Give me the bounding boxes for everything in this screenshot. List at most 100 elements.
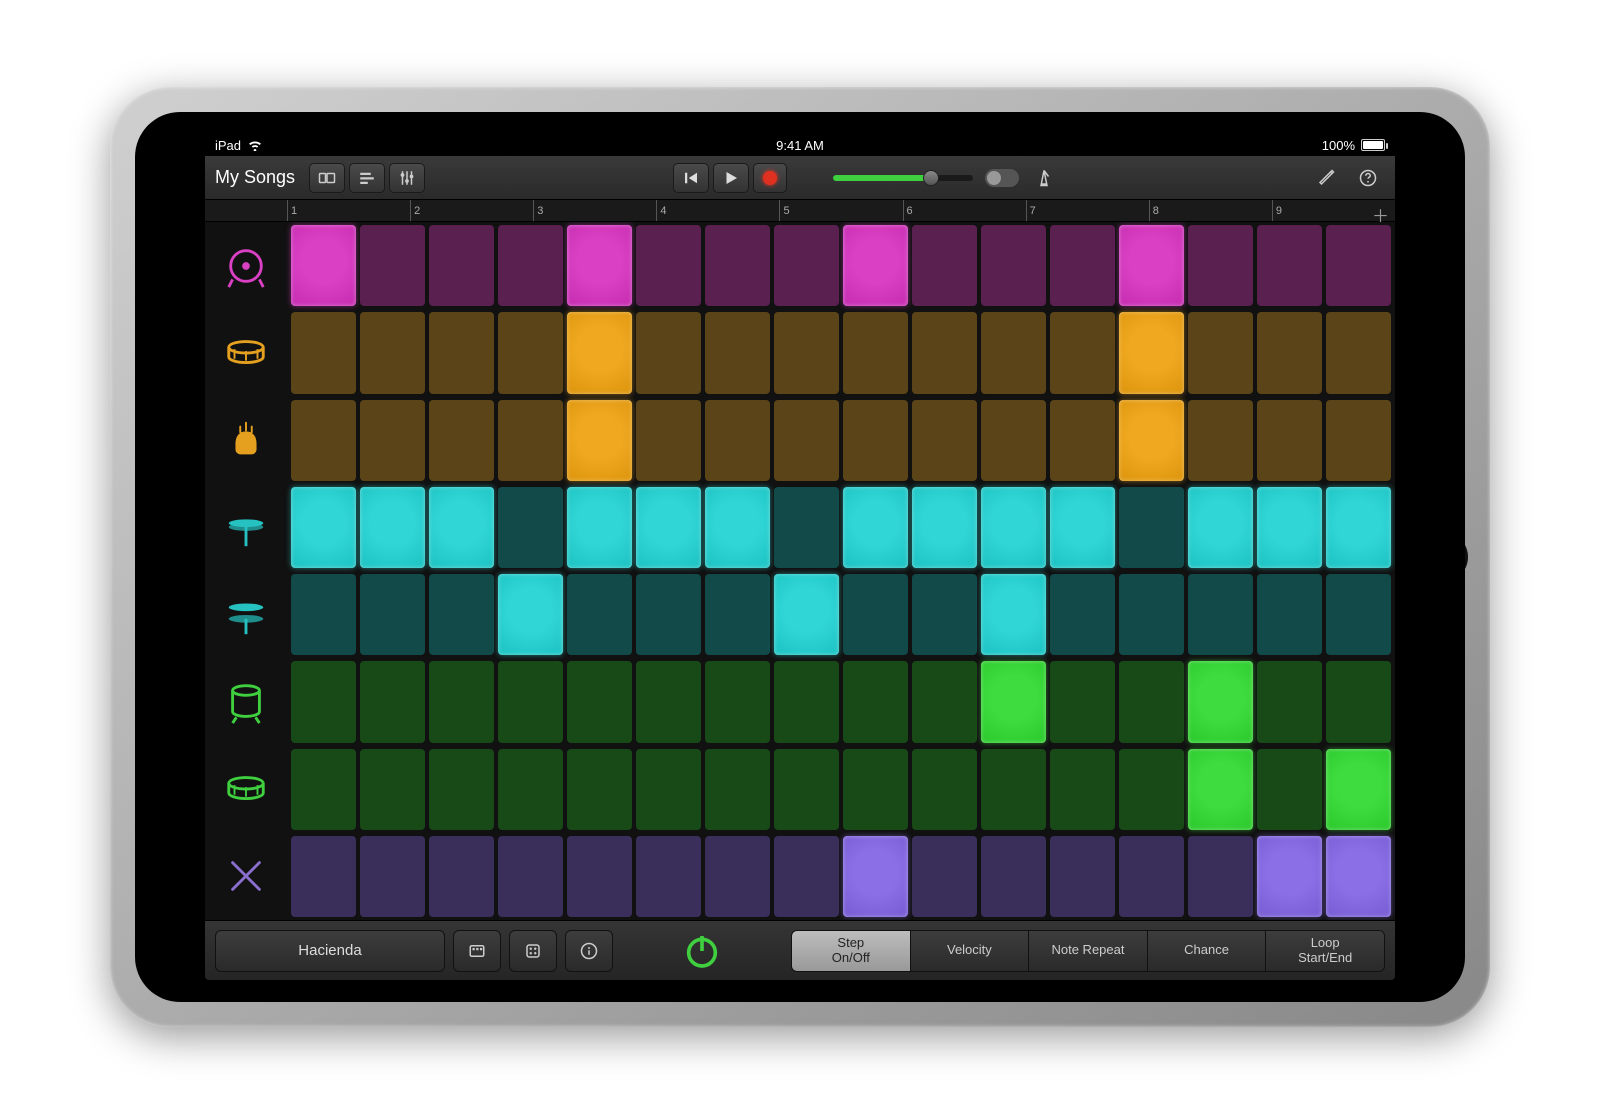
- step-cell[interactable]: [843, 400, 908, 481]
- step-cell[interactable]: [567, 225, 632, 306]
- step-cell[interactable]: [912, 836, 977, 917]
- step-cell[interactable]: [774, 225, 839, 306]
- step-cell[interactable]: [429, 749, 494, 830]
- mode-tab[interactable]: Step On/Off: [792, 931, 910, 971]
- step-cell[interactable]: [291, 225, 356, 306]
- step-cell[interactable]: [291, 574, 356, 655]
- step-cell[interactable]: [912, 661, 977, 742]
- step-cell[interactable]: [1188, 574, 1253, 655]
- step-cell[interactable]: [498, 574, 563, 655]
- step-cell[interactable]: [291, 312, 356, 393]
- dice-button[interactable]: [509, 930, 557, 972]
- step-cell[interactable]: [705, 836, 770, 917]
- step-cell[interactable]: [360, 661, 425, 742]
- step-cell[interactable]: [1119, 487, 1184, 568]
- tracks-view-button[interactable]: [349, 163, 385, 193]
- mode-tab[interactable]: Loop Start/End: [1265, 931, 1384, 971]
- step-cell[interactable]: [1050, 400, 1115, 481]
- hihat-closed-icon[interactable]: [205, 484, 287, 571]
- preset-button[interactable]: Hacienda: [215, 930, 445, 972]
- step-cell[interactable]: [1119, 574, 1184, 655]
- power-button[interactable]: [679, 928, 725, 974]
- ruler-bar[interactable]: 2: [410, 200, 533, 221]
- step-cell[interactable]: [1188, 661, 1253, 742]
- step-cell[interactable]: [705, 574, 770, 655]
- step-cell[interactable]: [1050, 312, 1115, 393]
- step-cell[interactable]: [981, 574, 1046, 655]
- step-cell[interactable]: [498, 487, 563, 568]
- step-cell[interactable]: [774, 312, 839, 393]
- step-cell[interactable]: [429, 574, 494, 655]
- step-cell[interactable]: [429, 487, 494, 568]
- step-cell[interactable]: [1050, 487, 1115, 568]
- help-button[interactable]: [1351, 163, 1385, 193]
- step-cell[interactable]: [1257, 487, 1322, 568]
- tom-mid-icon[interactable]: [205, 746, 287, 833]
- step-cell[interactable]: [1326, 836, 1391, 917]
- step-cell[interactable]: [843, 661, 908, 742]
- step-cell[interactable]: [1050, 749, 1115, 830]
- step-cell[interactable]: [360, 225, 425, 306]
- step-cell[interactable]: [1119, 312, 1184, 393]
- record-button[interactable]: [753, 163, 787, 193]
- step-cell[interactable]: [567, 574, 632, 655]
- step-cell[interactable]: [1257, 836, 1322, 917]
- step-cell[interactable]: [360, 487, 425, 568]
- step-cell[interactable]: [567, 661, 632, 742]
- step-cell[interactable]: [1119, 400, 1184, 481]
- snare-icon[interactable]: [205, 309, 287, 396]
- step-cell[interactable]: [360, 400, 425, 481]
- step-cell[interactable]: [636, 487, 701, 568]
- step-cell[interactable]: [705, 400, 770, 481]
- step-cell[interactable]: [1188, 749, 1253, 830]
- step-cell[interactable]: [429, 312, 494, 393]
- step-cell[interactable]: [912, 225, 977, 306]
- step-cell[interactable]: [843, 225, 908, 306]
- sticks-icon[interactable]: [205, 833, 287, 920]
- add-bar-button[interactable]: ＋: [1372, 202, 1389, 227]
- step-cell[interactable]: [429, 836, 494, 917]
- step-cell[interactable]: [1326, 487, 1391, 568]
- master-toggle[interactable]: [985, 169, 1019, 187]
- step-cell[interactable]: [498, 836, 563, 917]
- step-cell[interactable]: [636, 225, 701, 306]
- step-cell[interactable]: [705, 225, 770, 306]
- clap-icon[interactable]: [205, 397, 287, 484]
- step-cell[interactable]: [912, 312, 977, 393]
- step-cell[interactable]: [912, 574, 977, 655]
- ruler-bar[interactable]: 7: [1026, 200, 1149, 221]
- step-cell[interactable]: [498, 312, 563, 393]
- ruler-bar[interactable]: 1: [287, 200, 410, 221]
- kick-icon[interactable]: [205, 222, 287, 309]
- step-cell[interactable]: [774, 400, 839, 481]
- step-cell[interactable]: [498, 225, 563, 306]
- step-cell[interactable]: [843, 836, 908, 917]
- step-cell[interactable]: [291, 661, 356, 742]
- step-cell[interactable]: [567, 312, 632, 393]
- step-cell[interactable]: [1119, 836, 1184, 917]
- step-cell[interactable]: [1188, 487, 1253, 568]
- step-cell[interactable]: [1257, 225, 1322, 306]
- tom-low-icon[interactable]: [205, 658, 287, 745]
- step-cell[interactable]: [636, 749, 701, 830]
- step-cell[interactable]: [705, 312, 770, 393]
- step-cell[interactable]: [1050, 836, 1115, 917]
- step-cell[interactable]: [636, 400, 701, 481]
- step-cell[interactable]: [1188, 312, 1253, 393]
- step-cell[interactable]: [1188, 836, 1253, 917]
- step-cell[interactable]: [498, 661, 563, 742]
- step-cell[interactable]: [1326, 225, 1391, 306]
- mode-tab[interactable]: Note Repeat: [1028, 931, 1147, 971]
- step-cell[interactable]: [1257, 574, 1322, 655]
- step-cell[interactable]: [981, 749, 1046, 830]
- metronome-button[interactable]: [1027, 163, 1061, 193]
- step-cell[interactable]: [567, 487, 632, 568]
- step-cell[interactable]: [1326, 312, 1391, 393]
- step-cell[interactable]: [291, 836, 356, 917]
- step-cell[interactable]: [1257, 661, 1322, 742]
- step-cell[interactable]: [1257, 400, 1322, 481]
- step-cell[interactable]: [912, 749, 977, 830]
- step-cell[interactable]: [1326, 749, 1391, 830]
- hihat-open-icon[interactable]: [205, 571, 287, 658]
- step-cell[interactable]: [636, 836, 701, 917]
